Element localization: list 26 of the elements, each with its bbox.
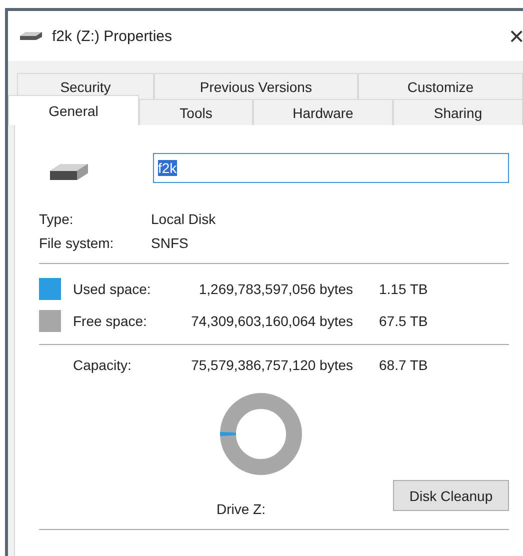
space-bytes: 1,269,783,597,056 bytes	[198, 281, 354, 297]
space-size: 67.5 TB	[379, 313, 429, 329]
drive-icon	[49, 163, 89, 181]
info-label: Type:	[39, 211, 74, 227]
tab[interactable]: Customize	[358, 73, 523, 99]
info-value: SNFS	[151, 235, 190, 251]
tab[interactable]: General	[8, 95, 139, 125]
name-field[interactable]: f2k	[153, 153, 509, 183]
space-size: 1.15 TB	[379, 281, 429, 297]
capacity-bytes: 75,579,386,757,120 bytes	[190, 357, 354, 373]
close-button[interactable]: ×	[509, 23, 523, 49]
tab[interactable]: Previous Versions	[154, 73, 358, 99]
info-value: Local Disk	[151, 211, 217, 227]
tab[interactable]: Sharing	[393, 99, 523, 125]
tab[interactable]: Hardware	[253, 99, 393, 125]
drive-icon	[18, 31, 44, 41]
space-label: Used space:	[73, 281, 152, 297]
disk-cleanup-button[interactable]: Disk Cleanup	[393, 480, 509, 511]
window-title: f2k (Z:) Properties	[52, 28, 174, 44]
space-bytes: 74,309,603,160,064 bytes	[190, 313, 354, 329]
space-label: Free space:	[73, 313, 148, 329]
info-label: File system:	[39, 235, 115, 251]
capacity-label: Capacity:	[73, 357, 132, 373]
tab[interactable]: Tools	[139, 99, 253, 125]
drive-label: Drive Z:	[216, 501, 266, 519]
capacity-size: 68.7 TB	[379, 357, 429, 373]
